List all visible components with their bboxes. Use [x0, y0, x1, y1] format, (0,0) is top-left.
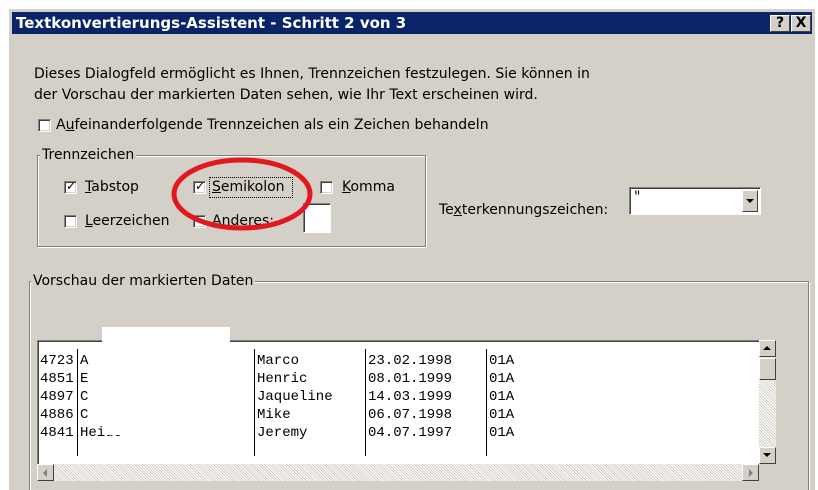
table-cell: C	[80, 389, 89, 405]
table-cell: 01A	[489, 407, 515, 423]
other-label[interactable]: Anderes:	[212, 213, 274, 229]
table-cell: 4897	[40, 389, 74, 405]
other-delimiter-input[interactable]	[303, 203, 331, 233]
table-cell: 14.03.1999	[368, 389, 453, 405]
text-qualifier-value: "	[634, 189, 641, 205]
other-checkbox[interactable]	[193, 215, 206, 228]
delimiters-group-label: Trennzeichen	[40, 147, 137, 163]
comma-checkbox[interactable]	[320, 181, 333, 194]
description-line-2: der Vorschau der markierten Daten sehen,…	[34, 87, 538, 103]
table-cell: 04.07.1997	[368, 425, 453, 441]
scroll-left-button[interactable]	[37, 464, 54, 481]
close-button[interactable]: X	[791, 15, 811, 32]
table-cell: 4723	[40, 353, 74, 369]
table-cell: Mike	[257, 407, 291, 423]
preview-group-label: Vorschau der markierten Daten	[31, 273, 256, 289]
table-cell: Jeremy	[257, 425, 308, 441]
table-cell: 23.02.1998	[368, 353, 453, 369]
table-cell: Henric	[257, 371, 308, 387]
semicolon-checkbox[interactable]	[193, 179, 206, 194]
text-qualifier-dropdown[interactable]: "	[629, 187, 761, 215]
space-checkbox[interactable]	[64, 215, 77, 228]
tab-checkbox[interactable]	[64, 179, 77, 194]
table-cell: E	[80, 371, 89, 387]
consecutive-delimiters-checkbox[interactable]	[38, 119, 51, 132]
table-cell: Jaqueline	[257, 389, 333, 405]
consecutive-delimiters-label[interactable]: Aufeinanderfolgende Trennzeichen als ein…	[56, 117, 489, 133]
redaction-box	[102, 327, 230, 435]
table-cell: 01A	[489, 353, 515, 369]
space-label[interactable]: Leerzeichen	[85, 213, 169, 229]
table-cell: 4886	[40, 407, 74, 423]
scroll-down-button[interactable]	[759, 447, 776, 464]
table-cell: C	[80, 407, 89, 423]
scroll-right-button[interactable]	[742, 464, 759, 481]
description-line-1: Dieses Dialogfeld ermöglicht es Ihnen, T…	[34, 66, 590, 82]
table-cell: 4841	[40, 425, 74, 441]
tab-label[interactable]: Tabstop	[85, 179, 139, 195]
table-cell: 06.07.1998	[368, 407, 453, 423]
vertical-scroll-thumb[interactable]	[759, 358, 776, 380]
text-qualifier-label: Texterkennungszeichen:	[439, 202, 609, 218]
table-cell: 08.01.1999	[368, 371, 453, 387]
help-button[interactable]: ?	[770, 15, 790, 32]
text-import-wizard-dialog: Textkonvertierungs-Assistent - Schritt 2…	[8, 8, 815, 490]
semicolon-label[interactable]: Semikolon	[212, 179, 285, 195]
table-cell: 01A	[489, 371, 515, 387]
table-cell: A	[80, 353, 89, 369]
window-title: Textkonvertierungs-Assistent - Schritt 2…	[16, 14, 407, 32]
delimiters-groupbox	[37, 155, 426, 247]
preview-horizontal-scrollbar[interactable]	[37, 464, 759, 481]
scroll-up-button[interactable]	[759, 340, 776, 357]
preview-vertical-scrollbar[interactable]	[759, 340, 776, 464]
table-cell: 4851	[40, 371, 74, 387]
chevron-down-icon[interactable]	[742, 190, 758, 212]
title-bar: Textkonvertierungs-Assistent - Schritt 2…	[12, 12, 812, 34]
table-cell: Marco	[257, 353, 300, 369]
comma-label[interactable]: Komma	[342, 179, 395, 195]
table-cell: 01A	[489, 389, 515, 405]
table-cell: 01A	[489, 425, 515, 441]
